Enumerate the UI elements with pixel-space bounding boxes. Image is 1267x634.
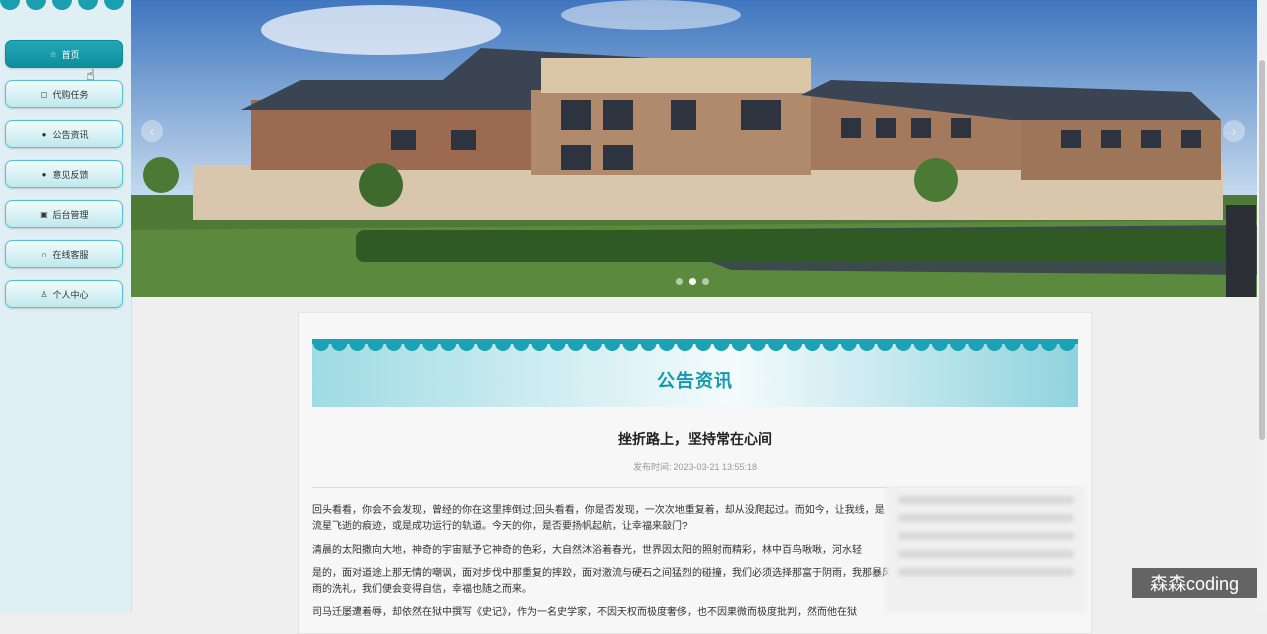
ribbon-scallop-decoration: [312, 339, 1078, 351]
campus-building-image: [131, 0, 1257, 297]
carousel-dot-active[interactable]: [689, 278, 696, 285]
article-paragraph: 回头看看，你会不会发现，曾经的你在这里摔倒过;回头看看，你是否发现，一次次地重复…: [312, 505, 885, 532]
scallop: [422, 339, 439, 351]
carousel-dot[interactable]: [702, 278, 709, 285]
scallop: [822, 339, 839, 351]
publish-time-label: 发布时间:: [632, 462, 672, 472]
nav-item-label: 代购任务: [52, 89, 89, 100]
scallop: [768, 339, 784, 351]
scallop: [567, 339, 584, 351]
scallop: [476, 339, 493, 351]
scallop: [313, 339, 329, 351]
carousel-dot[interactable]: [676, 278, 683, 285]
article-paragraph: 清晨的太阳撒向大地，神奇的宇宙赋予它神奇的色彩，大自然沐浴着春光，世界因太阳的照…: [312, 545, 862, 556]
scallop: [440, 339, 457, 351]
scallop: [385, 339, 402, 351]
scallop: [986, 339, 1003, 351]
article-publish-time: 发布时间: 2023-03-21 13:55:18: [299, 460, 1091, 473]
banner-carousel[interactable]: ‹ ›: [131, 0, 1257, 297]
scallop: [331, 339, 348, 351]
nav-item-label: 意见反馈: [52, 169, 89, 180]
scallop: [895, 339, 912, 351]
scallop: [695, 339, 712, 351]
user-icon: ♙: [40, 289, 48, 299]
sidebar-scallop-decoration: [0, 0, 124, 10]
nav-item-home[interactable]: ☆ 首页: [5, 40, 123, 68]
carousel-prev-button[interactable]: ‹: [141, 120, 163, 142]
scallop: [968, 339, 985, 351]
scallop: [404, 339, 420, 351]
info-icon: ●: [41, 129, 47, 139]
scallop: [640, 339, 657, 351]
scallop: [367, 339, 384, 351]
scallop: [950, 339, 966, 351]
nav-item-purchase-tasks[interactable]: ◻ 代购任务: [5, 80, 123, 108]
page-scrollbar[interactable]: [1257, 0, 1267, 613]
nav-item-label: 公告资讯: [52, 129, 89, 140]
nav-item-admin[interactable]: ▣ 后台管理: [5, 200, 123, 228]
box-icon: ▣: [40, 209, 48, 219]
blurred-line: [898, 550, 1074, 558]
scallop: [458, 339, 475, 351]
nav-item-label: 后台管理: [52, 209, 89, 220]
chevron-right-icon: ›: [1231, 123, 1237, 139]
scallop: [804, 339, 821, 351]
nav-item-personal-center[interactable]: ♙ 个人中心: [5, 280, 123, 308]
sidebar-nav: ☆ 首页 ◻ 代购任务 ● 公告资讯 ● 意见反馈 ▣ 后台管理 ∩ 在线客服 …: [5, 40, 123, 320]
scallop: [840, 339, 857, 351]
blurred-line: [898, 514, 1074, 522]
blurred-line: [898, 496, 1074, 504]
scallop: [1059, 339, 1076, 351]
scallop: [1004, 339, 1021, 351]
headset-icon: ∩: [41, 249, 47, 259]
scallop: [658, 339, 675, 351]
scallop: [549, 339, 566, 351]
scallop: [1022, 339, 1039, 351]
article-paragraph: 司马迁屡遭着辱，却依然在狱中撰写《史记》，作为一名史学家，不因天权而极度奢侈，也…: [312, 607, 857, 618]
bag-icon: ◻: [40, 89, 48, 99]
scallop: [786, 339, 803, 351]
watermark: 森森coding: [1132, 568, 1257, 598]
scallop: [913, 339, 930, 351]
scrollbar-thumb[interactable]: [1259, 60, 1265, 440]
article-title: 挫折路上，坚持常在心间: [618, 431, 772, 447]
hand-cursor-icon: ☝: [86, 67, 96, 84]
publish-time-value: 2023-03-21 13:55:18: [673, 462, 758, 472]
scallop: [604, 339, 621, 351]
scallop: [677, 339, 693, 351]
sidebar: ☆ 首页 ◻ 代购任务 ● 公告资讯 ● 意见反馈 ▣ 后台管理 ∩ 在线客服 …: [0, 0, 132, 613]
carousel-next-button[interactable]: ›: [1223, 120, 1245, 142]
scallop: [349, 339, 366, 351]
scallop: [931, 339, 948, 351]
nav-item-label: 在线客服: [52, 249, 89, 260]
scallop: [622, 339, 639, 351]
star-icon: ☆: [49, 49, 57, 59]
scallop: [586, 339, 602, 351]
question-icon: ●: [41, 169, 47, 179]
nav-item-label: 首页: [61, 49, 80, 60]
section-header: 公告资讯: [312, 339, 1078, 407]
article-paragraph: 是的，面对道途上那无情的嘲讽，面对步伐中那重复的摔跤，面对激流与硬石之间猛烈的碰…: [312, 568, 892, 595]
scallop: [859, 339, 875, 351]
nav-item-feedback[interactable]: ● 意见反馈: [5, 160, 123, 188]
nav-item-announcements[interactable]: ● 公告资讯: [5, 120, 123, 148]
blurred-line: [898, 568, 1074, 576]
scallop: [713, 339, 730, 351]
nav-item-label: 个人中心: [52, 289, 89, 300]
chevron-left-icon: ‹: [149, 123, 155, 139]
blurred-overlay: [886, 486, 1086, 613]
carousel-indicators: [676, 278, 709, 285]
scallop: [749, 339, 766, 351]
scallop: [877, 339, 894, 351]
section-title: 公告资讯: [657, 371, 733, 391]
scallop: [731, 339, 748, 351]
nav-item-online-service[interactable]: ∩ 在线客服: [5, 240, 123, 268]
scallop: [513, 339, 530, 351]
scallop: [1041, 339, 1057, 351]
scallop: [495, 339, 511, 351]
blurred-line: [898, 532, 1074, 540]
scallop: [531, 339, 548, 351]
